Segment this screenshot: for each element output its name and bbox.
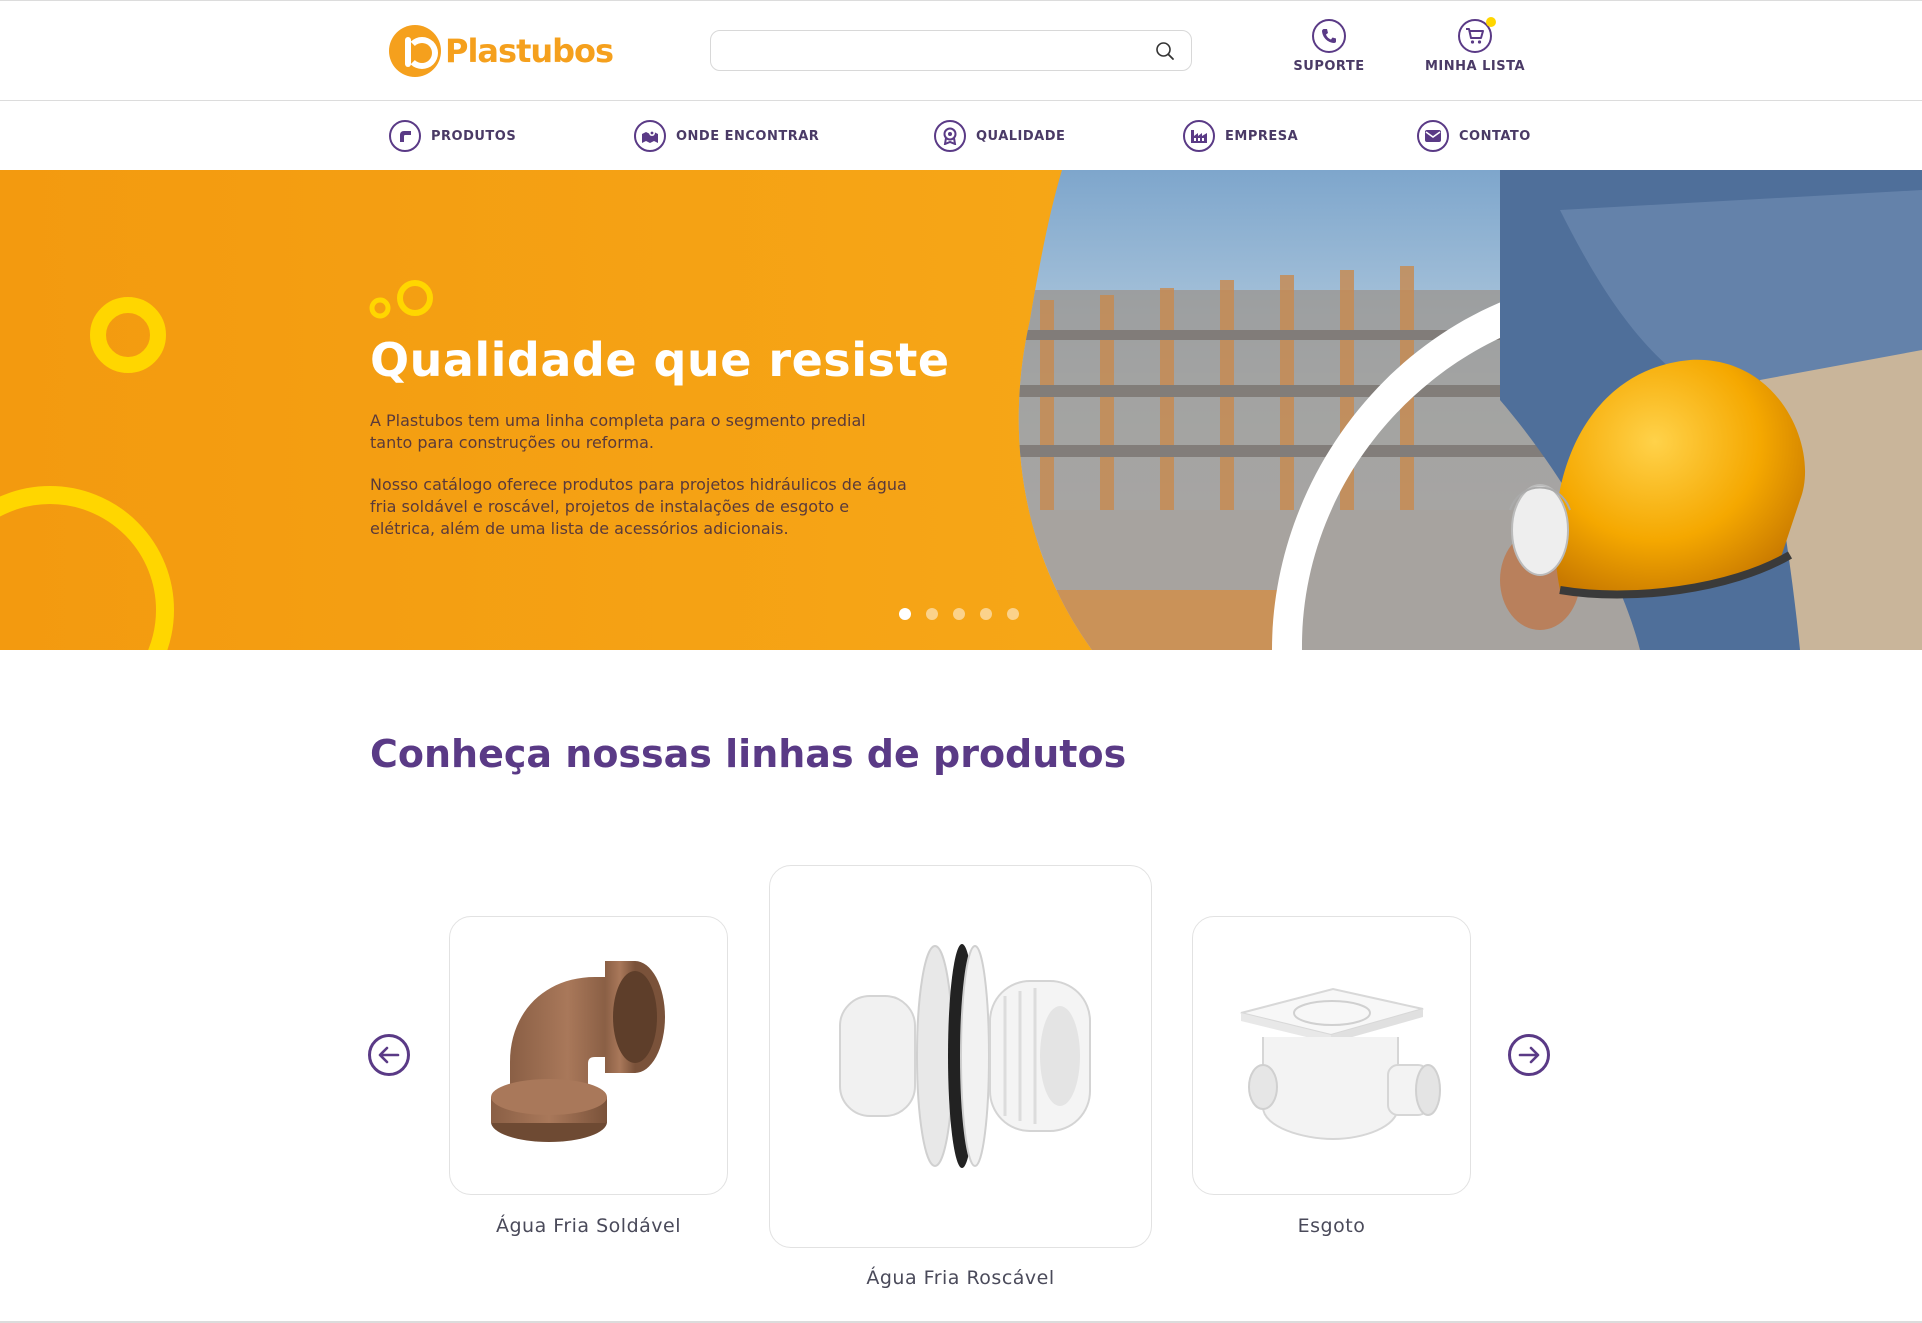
nav-label-produtos: PRODUTOS: [431, 128, 517, 144]
hero-banner: Qualidade que resiste A Plastubos tem um…: [0, 170, 1922, 650]
factory-icon: [1183, 120, 1215, 152]
hero-description: A Plastubos tem uma linha completa para …: [370, 410, 910, 540]
map-icon: [634, 120, 666, 152]
product-card-agua-fria-soldavel[interactable]: [449, 916, 728, 1195]
slider-dot-3[interactable]: [953, 608, 965, 620]
brand-logo[interactable]: Plastubos: [389, 25, 614, 77]
arrow-left-icon: [378, 1046, 400, 1064]
nav-label-empresa: EMPRESA: [1225, 128, 1299, 144]
arrow-right-icon: [1518, 1046, 1540, 1064]
my-list-label: MINHA LISTA: [1424, 59, 1526, 74]
my-list-link[interactable]: MINHA LISTA: [1415, 17, 1535, 74]
nav-item-qualidade[interactable]: QUALIDADE: [934, 119, 1065, 153]
nav-item-produtos[interactable]: PRODUTOS: [389, 119, 516, 153]
cart-badge: [1486, 17, 1496, 27]
product-label-agua-fria-roscavel[interactable]: Água Fria Roscável: [769, 1267, 1152, 1289]
pipe-icon: [389, 120, 421, 152]
product-card-esgoto[interactable]: [1192, 916, 1471, 1195]
decor-ring-small: [90, 297, 166, 373]
product-label-esgoto[interactable]: Esgoto: [1192, 1215, 1471, 1237]
nav-item-onde-encontrar[interactable]: ONDE ENCONTRAR: [634, 119, 819, 153]
mail-icon: [1417, 120, 1449, 152]
support-label: SUPORTE: [1293, 59, 1365, 74]
logo-icon: [389, 25, 441, 77]
site-header: Plastubos SUPORTE MINHA LISTA: [0, 0, 1922, 101]
brown-elbow-fitting-image: [491, 961, 665, 1142]
decor-ring-large: [0, 486, 174, 650]
nav-label-contato: CONTATO: [1459, 128, 1531, 144]
search-input[interactable]: [725, 31, 1145, 70]
carousel-next-button[interactable]: [1508, 1034, 1550, 1076]
support-link[interactable]: SUPORTE: [1269, 19, 1389, 74]
decor-dot-small: [369, 297, 391, 319]
carousel-prev-button[interactable]: [368, 1034, 410, 1076]
hero-photo: [0, 170, 1922, 650]
nav-label-qualidade: QUALIDADE: [976, 128, 1066, 144]
slider-dot-2[interactable]: [926, 608, 938, 620]
decor-dot-large: [397, 280, 433, 316]
nav-item-empresa[interactable]: EMPRESA: [1183, 119, 1298, 153]
main-nav: PRODUTOS ONDE ENCONTRAR QUALIDADE EMPRES…: [0, 101, 1922, 170]
slider-dot-4[interactable]: [980, 608, 992, 620]
award-icon: [934, 120, 966, 152]
products-section-title: Conheça nossas linhas de produtos: [370, 732, 1127, 776]
product-card-agua-fria-roscavel[interactable]: [769, 865, 1152, 1248]
nav-item-contato[interactable]: CONTATO: [1417, 119, 1531, 153]
white-threaded-adapter-image: [839, 944, 1091, 1168]
product-label-agua-fria-soldavel[interactable]: Água Fria Soldável: [449, 1215, 728, 1237]
search-box: [710, 30, 1192, 71]
nav-label-onde-encontrar: ONDE ENCONTRAR: [676, 128, 820, 144]
hero-title: Qualidade que resiste: [370, 333, 950, 387]
cart-icon: [1458, 17, 1496, 53]
hero-paragraph-1: A Plastubos tem uma linha completa para …: [370, 411, 866, 452]
slider-dot-1[interactable]: [899, 608, 911, 620]
slider-dot-5[interactable]: [1007, 608, 1019, 620]
hero-paragraph-2: Nosso catálogo oferece produtos para pro…: [370, 475, 907, 538]
brand-name: Plastubos: [445, 32, 614, 70]
slider-dots: [899, 608, 1019, 620]
white-floor-drain-image: [1240, 987, 1441, 1141]
phone-icon: [1312, 19, 1346, 53]
search-icon[interactable]: [1155, 41, 1175, 61]
